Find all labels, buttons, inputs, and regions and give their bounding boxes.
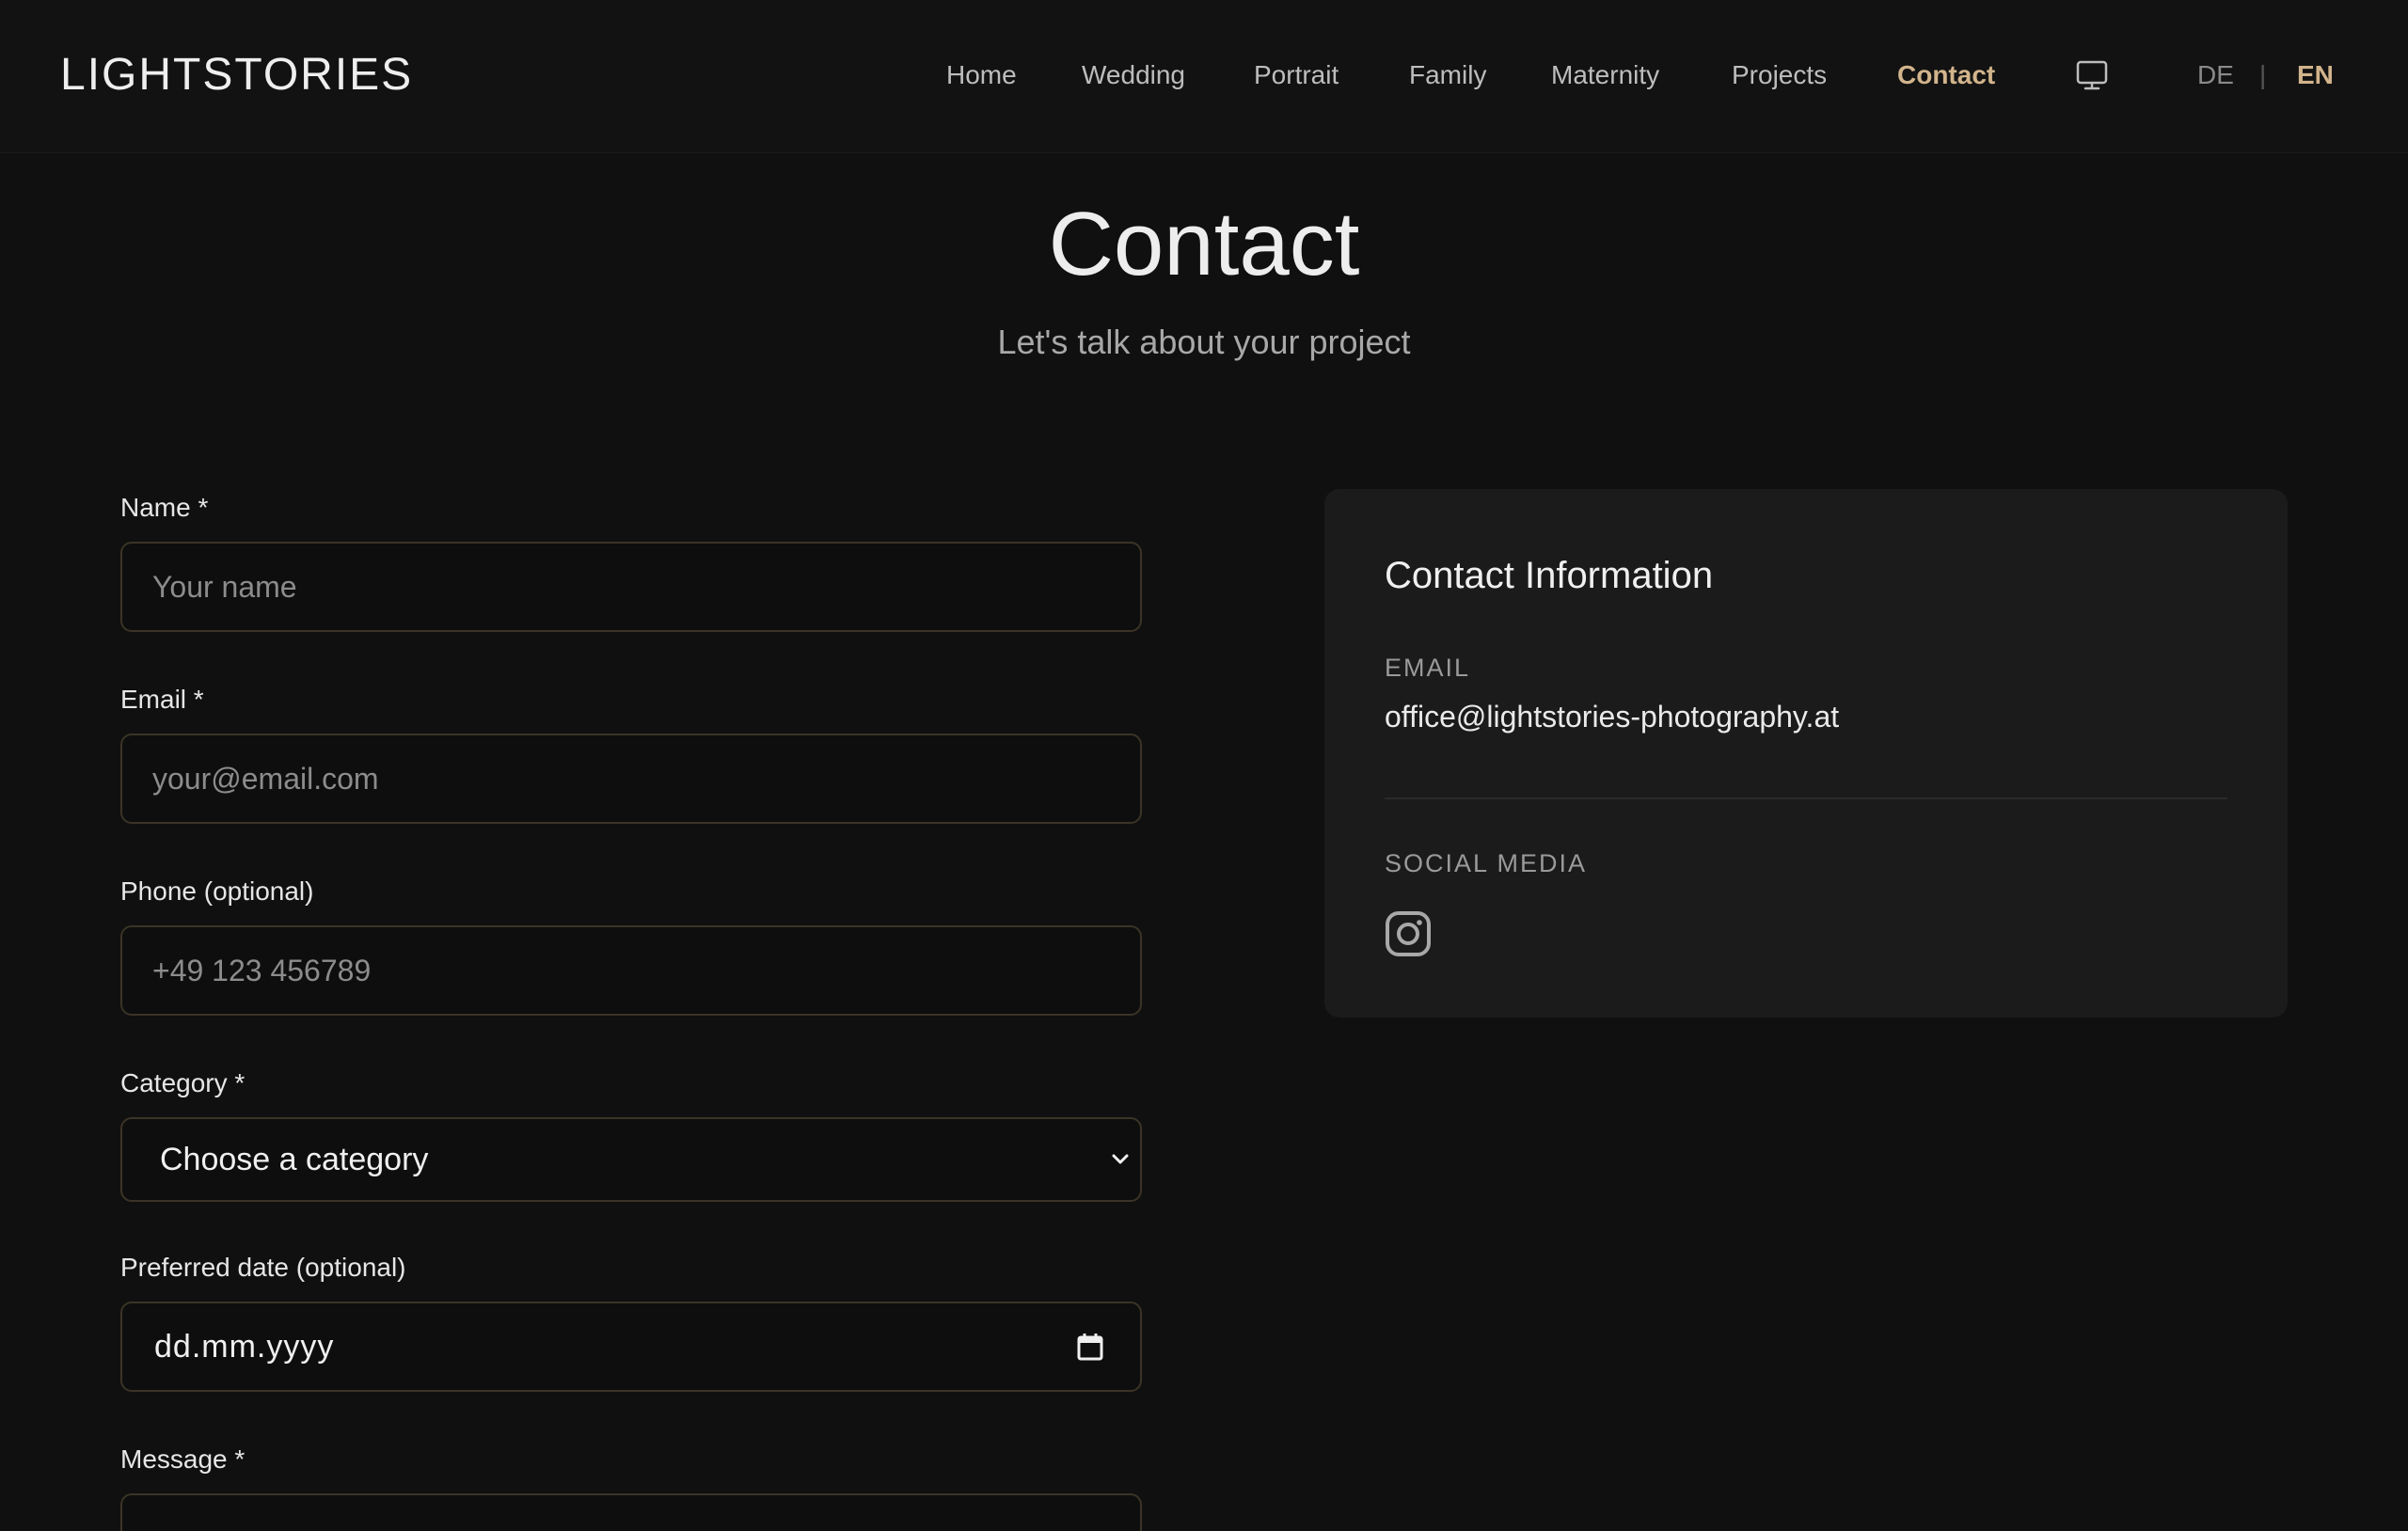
lang-separator: | [2259, 60, 2267, 89]
card-divider [1385, 797, 2227, 799]
nav-family[interactable]: Family [1409, 56, 1486, 94]
nav-home[interactable]: Home [946, 56, 1017, 94]
lang-en-link[interactable]: EN [2297, 56, 2334, 94]
site-logo[interactable]: LIGHTSTORIES [60, 47, 413, 103]
site-header: LIGHTSTORIES Home Wedding Portrait Famil… [0, 0, 2408, 153]
phone-label: Phone (optional) [120, 876, 314, 906]
page-subtitle: Let's talk about your project [997, 323, 1411, 361]
message-textarea[interactable] [120, 1493, 1142, 1531]
name-field-box [120, 542, 1142, 632]
contact-email-link[interactable]: office@lightstories-photography.at [1385, 696, 1839, 737]
chevron-down-icon [1112, 1154, 1129, 1164]
date-input[interactable]: dd.mm.yyyy [120, 1302, 1142, 1392]
email-section-label: EMAIL [1385, 654, 1471, 682]
nav-wedding[interactable]: Wedding [1082, 56, 1185, 94]
lang-de-link[interactable]: DE [2197, 56, 2234, 94]
contact-info-title: Contact Information [1385, 555, 1714, 596]
name-input[interactable] [122, 544, 1140, 630]
phone-field-box [120, 925, 1142, 1016]
nav-projects[interactable]: Projects [1732, 56, 1827, 94]
email-field-box [120, 734, 1142, 824]
email-input[interactable] [122, 735, 1140, 822]
social-media-label: SOCIAL MEDIA [1385, 849, 1588, 877]
category-select[interactable]: Choose a category [120, 1117, 1142, 1202]
email-label: Email * [120, 685, 204, 714]
date-placeholder: dd.mm.yyyy [154, 1329, 335, 1365]
category-label: Category * [120, 1068, 246, 1097]
contact-info-card: Contact Information EMAIL office@lightst… [1324, 489, 2288, 1018]
nav-portrait[interactable]: Portrait [1254, 56, 1339, 94]
phone-input[interactable] [122, 927, 1140, 1014]
message-label: Message * [120, 1444, 246, 1474]
nav-contact[interactable]: Contact [1897, 56, 1995, 94]
category-selected-value: Choose a category [160, 1142, 429, 1177]
calendar-icon[interactable] [1076, 1332, 1104, 1362]
date-label: Preferred date (optional) [120, 1253, 406, 1282]
name-label: Name * [120, 493, 209, 522]
monitor-icon[interactable] [2075, 58, 2109, 92]
nav-maternity[interactable]: Maternity [1551, 56, 1659, 94]
page-title: Contact [1048, 194, 1360, 294]
instagram-icon[interactable] [1385, 910, 1432, 957]
